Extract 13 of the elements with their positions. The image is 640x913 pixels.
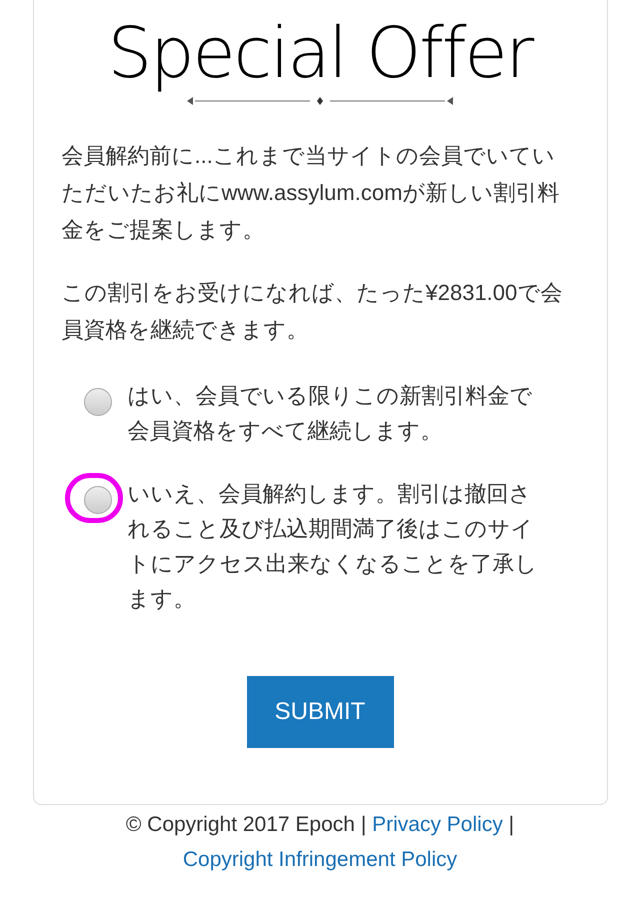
option-label[interactable]: いいえ、会員解約します。割引は撤回されること及び払込期間満了後はこのサイトにアクセス出来なくなることを了承します。: [128, 476, 550, 616]
radio-button[interactable]: [84, 486, 112, 514]
footer-link[interactable]: Privacy Policy: [372, 813, 503, 836]
separator: |: [508, 813, 514, 836]
footer-link[interactable]: Copyright Infringement Policy: [182, 848, 458, 871]
submit-button[interactable]: SUBMIT: [246, 676, 394, 748]
logo-text: Special Offer: [108, 11, 532, 95]
offer-paragraph: 会員解約前に...これまで当サイトの会員でいていただいたお礼にwww.assylum.comが新しい割引料金をご提案します。: [62, 142, 560, 244]
offer-paragraph: この割引をお受けになれば、たった¥2831.00で会員資格を継続できます。: [62, 279, 564, 344]
copyright-text: © Copyright 2017 Epoch: [126, 813, 355, 836]
option-label[interactable]: はい、会員でいる限りこの新割引料金で会員資格をすべて継続します。: [128, 378, 550, 448]
separator: |: [360, 813, 366, 836]
radio-button[interactable]: [84, 388, 112, 416]
